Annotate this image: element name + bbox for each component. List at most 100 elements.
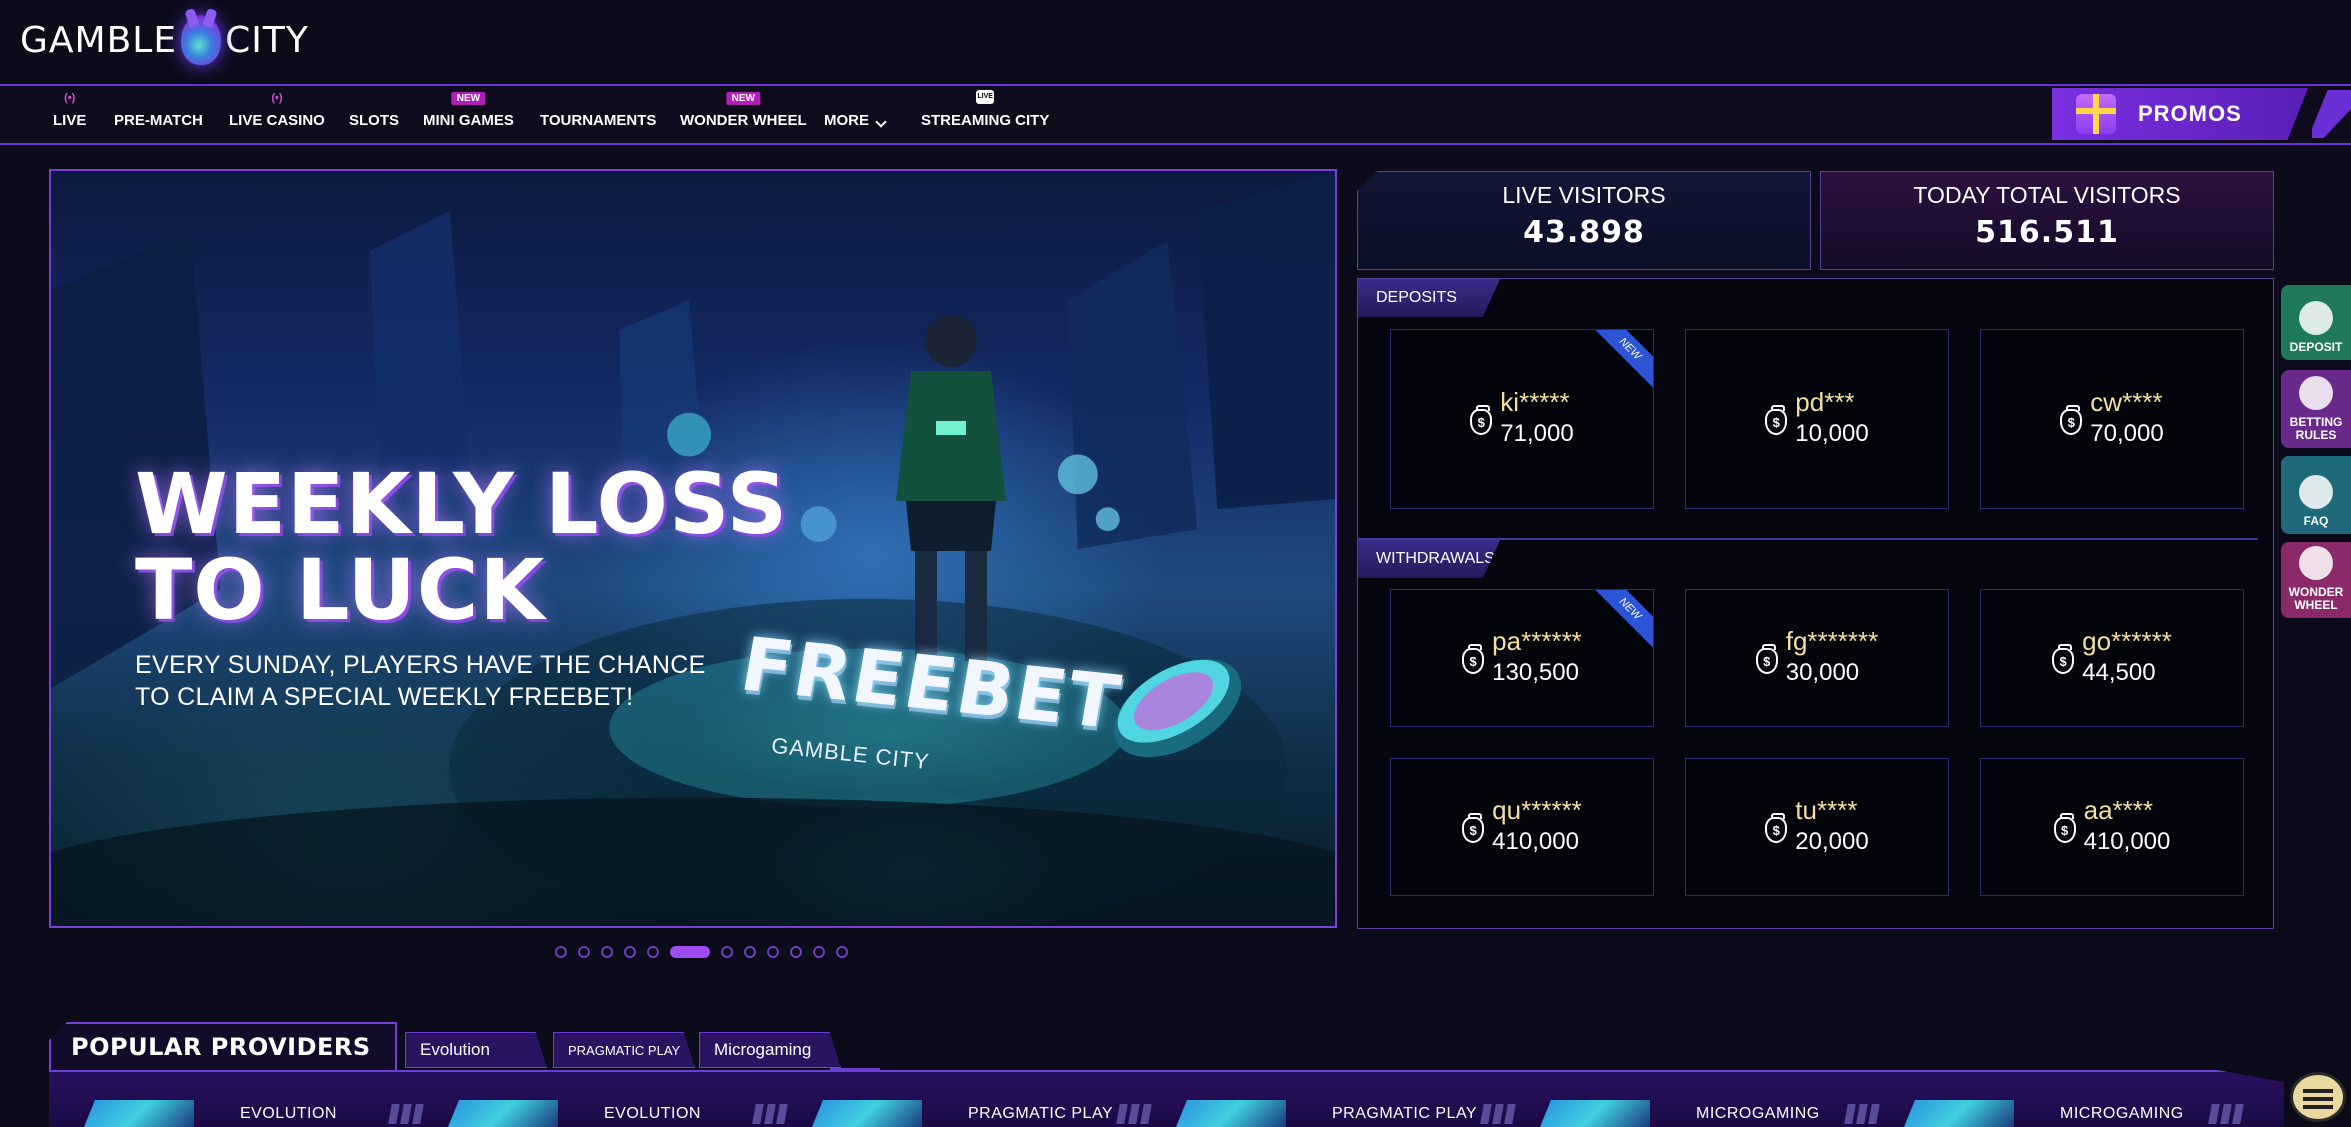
provider-name: MICROGAMING <box>1696 1104 1820 1122</box>
provider-card[interactable]: MICROGAMING <box>1904 1100 2244 1127</box>
provider-name: EVOLUTION <box>240 1104 337 1122</box>
carousel-dot[interactable] <box>670 946 710 958</box>
provider-thumbnail <box>84 1100 194 1127</box>
betting-rules-icon <box>2299 376 2333 410</box>
provider-tab-label: Microgaming <box>714 1040 812 1059</box>
provider-card[interactable]: PRAGMATIC PLAY <box>1176 1100 1516 1127</box>
money-bag-icon: $ <box>2052 644 2075 674</box>
money-bag-icon: $ <box>1765 405 1788 435</box>
top-bar: GAMBLE CITY <box>0 0 2351 84</box>
nav-live[interactable]: (•) LIVE <box>53 86 86 143</box>
money-bag-icon: $ <box>1462 813 1485 843</box>
side-faq-button[interactable]: FAQ <box>2281 456 2351 534</box>
nav-wonder-wheel[interactable]: NEW WONDER WHEEL <box>680 86 807 143</box>
provider-tab-pragmatic-play[interactable]: PRAGMATIC PLAY <box>553 1032 695 1068</box>
withdrawal-card: NEW $ pa****** 130,500 <box>1390 589 1654 727</box>
logo-text-left: GAMBLE <box>20 19 178 61</box>
player-silhouette <box>896 315 1006 661</box>
carousel-dot[interactable] <box>647 946 659 958</box>
carousel-dot[interactable] <box>601 946 613 958</box>
carousel-dot[interactable] <box>721 946 733 958</box>
provider-thumbnail <box>1904 1100 2014 1127</box>
provider-tab-label: Evolution <box>420 1040 490 1059</box>
site-logo[interactable]: GAMBLE CITY <box>20 10 309 70</box>
tv-icon: LIVE <box>976 90 995 104</box>
gift-icon <box>2076 94 2116 134</box>
provider-bars-decoration <box>2208 1103 2244 1124</box>
chevron-down-icon <box>875 116 887 128</box>
provider-card[interactable]: EVOLUTION <box>84 1100 424 1127</box>
withdrawal-card: $ aa**** 410,000 <box>1980 758 2244 896</box>
nav-mini-games[interactable]: NEW MINI GAMES <box>423 86 514 143</box>
card-amount: 410,000 <box>2083 828 2171 855</box>
banner-subtitle: EVERY SUNDAY, PLAYERS HAVE THE CHANCE TO… <box>135 649 706 713</box>
provider-card[interactable]: MICROGAMING <box>1540 1100 1880 1127</box>
nav-streaming-city[interactable]: LIVE STREAMING CITY <box>921 86 1049 143</box>
nav-label: TOURNAMENTS <box>540 112 657 129</box>
nav-label: LIVE <box>53 112 87 129</box>
nav-slots[interactable]: SLOTS <box>349 86 399 143</box>
provider-tab-microgaming[interactable]: Microgaming <box>699 1032 841 1068</box>
provider-bars-decoration <box>1480 1103 1516 1124</box>
chat-support-button[interactable] <box>2290 1072 2346 1122</box>
side-button-label: BETTING RULES <box>2289 415 2343 442</box>
provider-name: PRAGMATIC PLAY <box>1332 1104 1478 1122</box>
provider-bars-decoration <box>752 1103 788 1124</box>
withdrawal-card: $ go****** 44,500 <box>1980 589 2244 727</box>
card-username: ki***** <box>1500 387 1570 417</box>
provider-tab-evolution[interactable]: Evolution <box>405 1032 547 1068</box>
money-bag-icon: $ <box>1462 644 1485 674</box>
total-visitors-value: 516.511 <box>1975 215 2119 250</box>
carousel-dot[interactable] <box>767 946 779 958</box>
new-badge: NEW <box>451 92 486 105</box>
banner-subtitle-line2: TO CLAIM A SPECIAL WEEKLY FREEBET! <box>135 683 634 711</box>
provider-name: PRAGMATIC PLAY <box>968 1104 1114 1122</box>
carousel-dot[interactable] <box>578 946 590 958</box>
card-username: aa**** <box>2083 795 2154 825</box>
provider-card[interactable]: PRAGMATIC PLAY <box>812 1100 1152 1127</box>
deposit-card: $ cw**** 70,000 <box>1980 329 2244 509</box>
deposit-card: NEW $ ki***** 71,000 <box>1390 329 1654 509</box>
carousel-dot[interactable] <box>790 946 802 958</box>
withdrawal-card: $ fg******* 30,000 <box>1685 589 1949 727</box>
activity-panel: DEPOSITS WITHDRAWALS NEW $ ki***** 71,000 $ p… <box>1357 278 2274 929</box>
carousel-dot[interactable] <box>624 946 636 958</box>
provider-bars-decoration <box>388 1103 424 1124</box>
side-wonder-wheel-button[interactable]: WONDER WHEEL <box>2281 542 2351 618</box>
provider-bars-decoration <box>1844 1103 1880 1124</box>
total-visitors-panel: TODAY TOTAL VISITORS 516.511 <box>1820 171 2274 270</box>
total-visitors-label: TODAY TOTAL VISITORS <box>1913 182 2181 208</box>
withdrawal-card: $ qu****** 410,000 <box>1390 758 1654 896</box>
live-visitors-panel: LIVE VISITORS 43.898 <box>1357 171 1811 270</box>
card-username: fg******* <box>1785 626 1879 656</box>
carousel-dot[interactable] <box>555 946 567 958</box>
card-username: qu****** <box>1492 795 1582 825</box>
nav-live-casino[interactable]: (•) LIVE CASINO <box>229 86 325 143</box>
card-amount: 70,000 <box>2090 420 2164 447</box>
faq-icon <box>2299 475 2333 509</box>
money-bag-icon: $ <box>1470 405 1493 435</box>
carousel-dot[interactable] <box>813 946 825 958</box>
nav-label: MINI GAMES <box>423 112 514 129</box>
provider-card[interactable]: EVOLUTION <box>448 1100 788 1127</box>
promos-button[interactable]: PROMOS <box>2052 88 2308 140</box>
nav-more-dropdown[interactable]: MORE <box>824 86 887 143</box>
hero-banner[interactable]: WEEKLY LOSS TO LUCK EVERY SUNDAY, PLAYER… <box>49 169 1337 928</box>
carousel-dot[interactable] <box>836 946 848 958</box>
nav-tournaments[interactable]: TOURNAMENTS <box>540 86 656 143</box>
main-nav: (•) LIVE PRE-MATCH (•) LIVE CASINO SLOTS… <box>0 84 2351 145</box>
popular-providers-title: POPULAR PROVIDERS <box>49 1022 397 1070</box>
card-amount: 20,000 <box>1795 828 1869 855</box>
banner-title-line2: TO LUCK <box>135 541 546 639</box>
nav-label: MORE <box>824 112 869 129</box>
card-username: cw**** <box>2090 387 2163 417</box>
banner-title-line1: WEEKLY LOSS <box>135 455 789 553</box>
side-betting-rules-button[interactable]: BETTING RULES <box>2281 370 2351 448</box>
card-amount: 71,000 <box>1500 420 1574 447</box>
promos-label: PROMOS <box>2138 101 2242 126</box>
section-divider <box>1358 538 2258 540</box>
carousel-dot[interactable] <box>744 946 756 958</box>
side-deposit-button[interactable]: DEPOSIT <box>2281 285 2351 360</box>
nav-pre-match[interactable]: PRE-MATCH <box>114 86 203 143</box>
nav-label: LIVE CASINO <box>229 112 325 129</box>
